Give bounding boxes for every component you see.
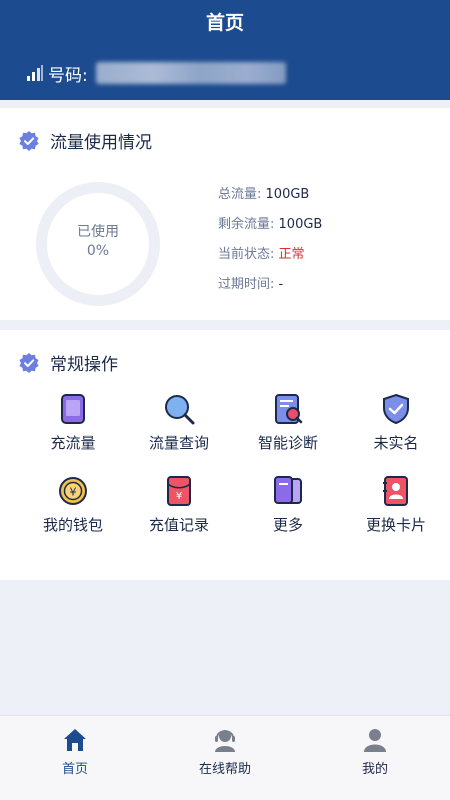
phone-number-masked — [95, 62, 286, 84]
id-card-icon — [383, 476, 408, 506]
usage-card: 流量使用情况 已使用 0% 总流量: 100GB 剩余流量: 100GB 当前状… — [0, 108, 450, 320]
op-more[interactable]: 更多 — [232, 474, 344, 544]
used-label: 已使用 — [77, 224, 119, 240]
user-icon — [364, 729, 386, 752]
stat-remaining: 剩余流量: 100GB — [218, 217, 323, 232]
signal-icon — [27, 65, 43, 81]
op-smart-diagnosis[interactable]: 智能诊断 — [232, 392, 344, 462]
op-my-wallet[interactable]: ¥ 我的钱包 — [17, 474, 129, 544]
stat-total: 总流量: 100GB — [218, 187, 310, 202]
headset-icon — [215, 730, 235, 752]
op-recharge-records[interactable]: ¥ 充值记录 — [123, 474, 235, 544]
used-percent: 0% — [86, 243, 110, 259]
phone-label: 号码: — [48, 65, 88, 86]
svg-text:¥: ¥ — [176, 491, 182, 502]
phone-number-row: 号码: — [26, 60, 286, 86]
tab-home[interactable]: 首页 — [15, 726, 135, 777]
op-unverified[interactable]: 未实名 — [340, 392, 450, 462]
app-header: 首页 号码: — [0, 0, 450, 100]
op-data-query[interactable]: 流量查询 — [123, 392, 235, 462]
bottom-tab-bar: 首页 在线帮助 我的 — [0, 715, 450, 800]
shield-check-icon — [383, 393, 409, 425]
cards-icon — [274, 476, 302, 504]
usage-donut-chart: 已使用 0% — [36, 182, 160, 306]
yuan-coin-icon: ¥ — [59, 477, 87, 505]
op-change-card[interactable]: 更换卡片 — [340, 474, 450, 544]
page-title: 首页 — [205, 12, 244, 34]
operations-section-title: 常规操作 — [18, 350, 118, 375]
home-icon — [64, 729, 86, 751]
badge-check-icon — [19, 130, 39, 151]
tab-mine[interactable]: 我的 — [315, 726, 435, 777]
tablet-icon — [61, 394, 85, 424]
usage-stats: 总流量: 100GB 剩余流量: 100GB 当前状态: 正常 过期时间: - — [218, 180, 322, 300]
usage-section-title: 流量使用情况 — [18, 128, 152, 153]
stat-expiry: 过期时间: - — [218, 277, 284, 292]
magnifier-icon — [165, 395, 195, 425]
stat-status: 当前状态: 正常 — [218, 247, 305, 262]
badge-check-icon — [19, 352, 39, 373]
document-search-icon — [275, 394, 303, 424]
tab-online-help[interactable]: 在线帮助 — [165, 726, 285, 777]
op-recharge-data[interactable]: 充流量 — [17, 392, 129, 462]
red-envelope-icon: ¥ — [167, 476, 191, 506]
svg-text:¥: ¥ — [70, 486, 77, 499]
operations-card: 常规操作 充流量 流量查询 智能诊断 未实名 ¥ 我的钱包 ¥ 充值记录 更多 … — [0, 330, 450, 580]
